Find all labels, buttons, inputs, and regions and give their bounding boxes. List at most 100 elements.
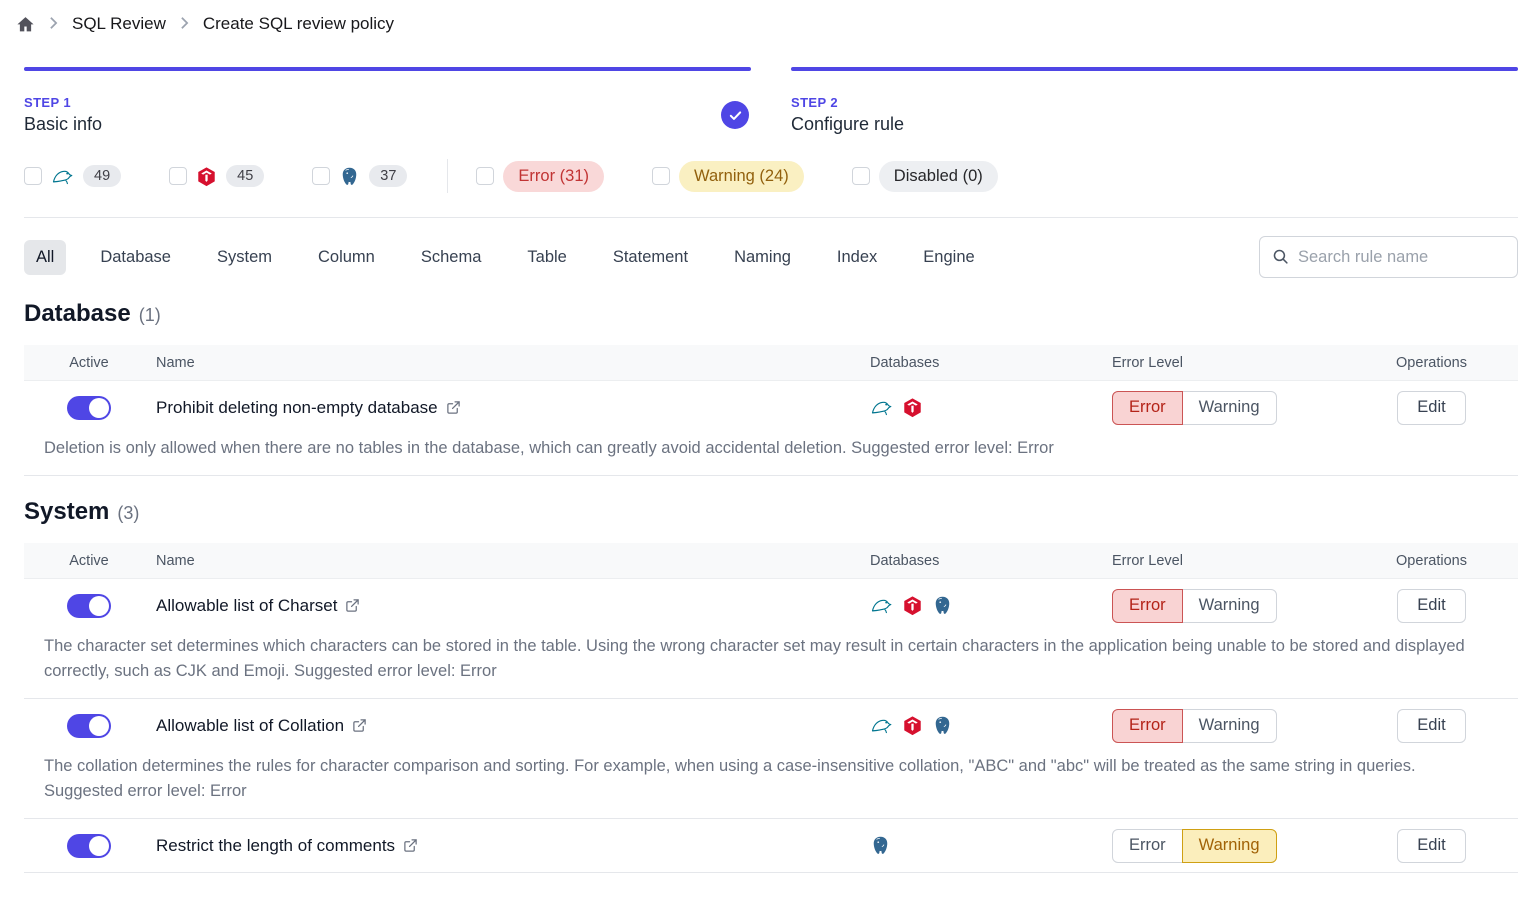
breadcrumb-current: Create SQL review policy [203,14,394,34]
edit-rule-button[interactable]: Edit [1397,391,1465,425]
column-header-name: Name [154,355,846,371]
tab-column[interactable]: Column [306,240,387,275]
rule-name-link[interactable]: Allowable list of Charset [154,596,846,616]
search-input[interactable] [1259,236,1518,278]
tidb-icon [196,166,217,187]
edit-rule-button[interactable]: Edit [1397,829,1465,863]
section-title: System [24,498,109,526]
rule-name: Restrict the length of comments [156,836,395,856]
external-link-icon [345,598,360,613]
tab-table[interactable]: Table [515,240,578,275]
tab-database[interactable]: Database [88,240,183,275]
home-icon[interactable] [16,15,35,34]
tab-naming[interactable]: Naming [722,240,803,275]
rule-active-toggle[interactable] [67,714,111,738]
error-level-toggle-group: Error Warning [1112,709,1277,743]
engine-filter-checkbox[interactable] [312,167,330,185]
tab-system[interactable]: System [205,240,284,275]
edit-rule-button[interactable]: Edit [1397,589,1465,623]
error-level-warning-button[interactable]: Warning [1182,829,1277,863]
level-filter-label[interactable]: Error (31) [503,161,604,192]
table-header-row: Active Name Databases Error Level Operat… [24,543,1518,579]
error-level-error-button[interactable]: Error [1112,709,1183,743]
level-filter[interactable]: Disabled (0) [852,161,998,192]
level-filter[interactable]: Error (31) [476,161,604,192]
external-link-icon [352,718,367,733]
error-level-toggle-group: Error Warning [1112,829,1277,863]
edit-rule-button[interactable]: Edit [1397,709,1465,743]
level-filter-label[interactable]: Warning (24) [679,161,804,192]
breadcrumb-separator-icon [180,16,189,33]
section-rule-count: (1) [139,305,161,326]
rule-row: Allowable list of Charset Error Warning … [24,579,1518,632]
level-filter-checkbox[interactable] [476,167,494,185]
filter-divider [447,159,448,193]
rule-active-toggle[interactable] [67,594,111,618]
tidb-icon [902,595,923,616]
error-level-warning-button[interactable]: Warning [1182,391,1277,425]
error-level-warning-button[interactable]: Warning [1182,589,1277,623]
section-divider [24,217,1518,218]
error-level-error-button[interactable]: Error [1112,589,1183,623]
search-box [1259,236,1518,278]
rule-section: System (3) Active Name Databases Error L… [24,498,1518,873]
engine-filter[interactable]: 45 [169,165,264,187]
tidb-icon [902,397,923,418]
tab-all[interactable]: All [24,240,66,275]
rule-description: Deletion is only allowed when there are … [24,434,1518,475]
search-icon [1272,248,1289,265]
external-link-icon [403,838,418,853]
category-tab-bar: All Database System Column Schema Table Statem… [24,236,1518,278]
error-level-toggle-group: Error Warning [1112,589,1277,623]
engine-filter-checkbox[interactable] [169,167,187,185]
rule-name-link[interactable]: Prohibit deleting non-empty database [154,398,846,418]
tab-engine[interactable]: Engine [911,240,986,275]
rule-table: Active Name Databases Error Level Operat… [24,543,1518,873]
error-level-toggle-group: Error Warning [1112,391,1277,425]
mysql-icon [870,396,893,419]
level-filter[interactable]: Warning (24) [652,161,804,192]
engine-filter-checkbox[interactable] [24,167,42,185]
error-level-warning-button[interactable]: Warning [1182,709,1277,743]
step-1-progress-bar [24,67,751,71]
rule-row: Prohibit deleting non-empty database Err… [24,381,1518,434]
rule-engines [846,714,1088,737]
rule-engines [846,835,1088,856]
rule-description: The collation determines the rules for c… [24,752,1518,818]
error-level-error-button[interactable]: Error [1112,829,1183,863]
level-filter-checkbox[interactable] [652,167,670,185]
step-2-label: STEP 2 [791,95,904,110]
rule-name: Allowable list of Collation [156,716,344,736]
level-filter-checkbox[interactable] [852,167,870,185]
rule-engines [846,594,1088,617]
step-1-label: STEP 1 [24,95,102,110]
external-link-icon [446,400,461,415]
column-header-active: Active [24,553,154,569]
error-level-error-button[interactable]: Error [1112,391,1183,425]
rule-item: Restrict the length of comments Error Wa… [24,819,1518,873]
engine-filter[interactable]: 37 [312,165,407,187]
step-2-progress-bar [791,67,1518,71]
rule-name: Allowable list of Charset [156,596,337,616]
engine-filter[interactable]: 49 [24,165,121,188]
tab-schema[interactable]: Schema [409,240,494,275]
level-filter-label[interactable]: Disabled (0) [879,161,998,192]
rule-row: Restrict the length of comments Error Wa… [24,819,1518,872]
sql-review-page: SQL Review Create SQL review policy STEP… [0,0,1530,873]
rule-name-link[interactable]: Allowable list of Collation [154,716,846,736]
rule-item: Allowable list of Collation Error Warnin… [24,699,1518,819]
engine-rule-count: 49 [83,165,121,187]
tab-statement[interactable]: Statement [601,240,700,275]
breadcrumb: SQL Review Create SQL review policy [16,0,1518,34]
column-header-error-level: Error Level [1088,553,1345,569]
step-1: STEP 1 Basic info [24,67,751,135]
rule-name-link[interactable]: Restrict the length of comments [154,836,846,856]
section-title: Database [24,300,131,328]
engine-rule-count: 37 [369,165,407,187]
rule-active-toggle[interactable] [67,396,111,420]
section-rule-count: (3) [117,503,139,524]
rule-active-toggle[interactable] [67,834,111,858]
postgres-icon [932,715,953,736]
tab-index[interactable]: Index [825,240,889,275]
breadcrumb-sql-review[interactable]: SQL Review [72,14,166,34]
